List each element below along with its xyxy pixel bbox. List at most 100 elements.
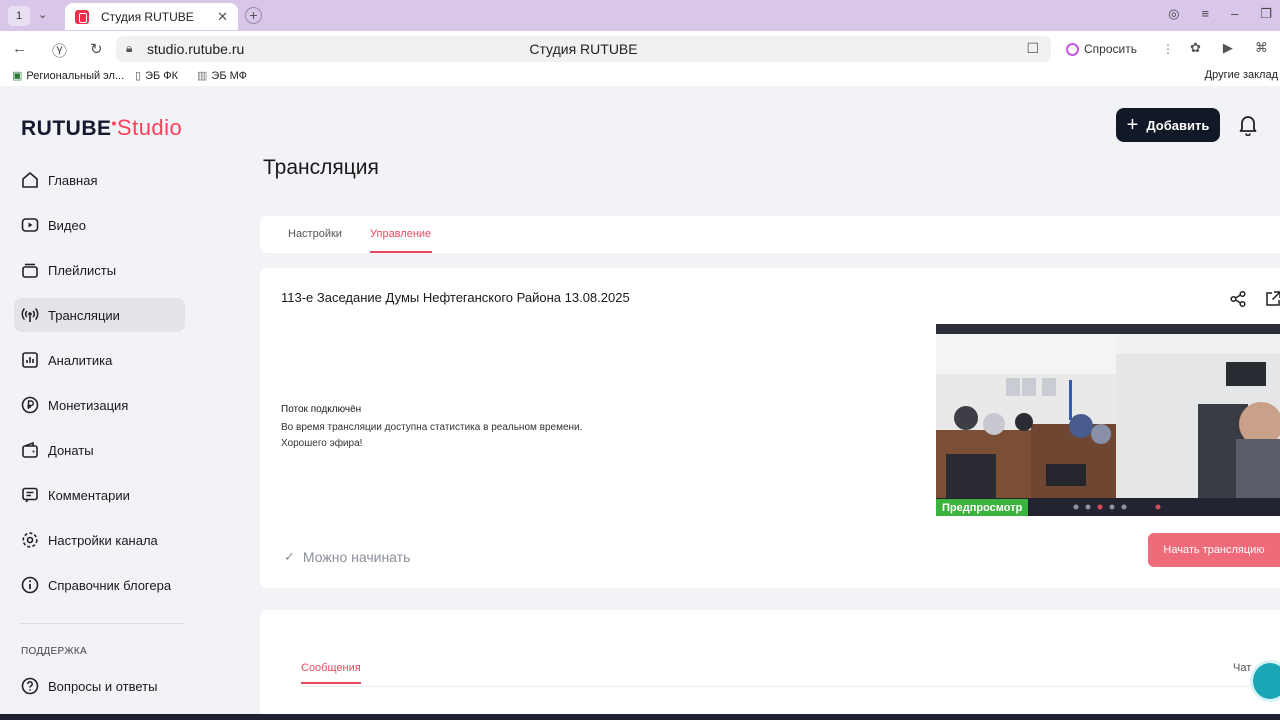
back-arrow-icon[interactable]: ←	[12, 40, 27, 57]
sidebar-item-label: Монетизация	[48, 397, 129, 413]
close-tab-icon[interactable]: ✕	[217, 9, 228, 25]
start-broadcast-button[interactable]: Начать трансляцию	[1148, 533, 1280, 567]
os-taskbar	[0, 714, 1280, 720]
extension-puzzle-icon[interactable]: ⌘	[1255, 40, 1268, 56]
add-button[interactable]: + Добавить	[1116, 108, 1220, 142]
sidebar-item-label: Трансляции	[48, 307, 120, 323]
media-play-icon[interactable]: ▶	[1223, 40, 1233, 56]
sidebar-divider	[20, 623, 184, 624]
preview-badge: Предпросмотр	[936, 499, 1029, 516]
browser-tab-title: Студия RUTUBE	[101, 9, 194, 24]
gear-icon	[20, 530, 40, 550]
sidebar-item-playlists[interactable]: Плейлисты	[14, 253, 185, 287]
support-section-label: ПОДДЕРЖКА	[21, 646, 87, 657]
wallet-icon	[20, 440, 40, 460]
bell-icon[interactable]	[1238, 114, 1258, 136]
bookmark-icon[interactable]: ☐	[1026, 40, 1039, 57]
reload-icon[interactable]: ↻	[90, 40, 103, 58]
sidebar-item-analytics[interactable]: Аналитика	[14, 343, 185, 377]
plus-icon: +	[1126, 114, 1139, 136]
sidebar-item-comments[interactable]: Комментарии	[14, 478, 185, 512]
external-link-icon[interactable]	[1264, 290, 1280, 308]
bookmark-favicon-icon: ▣	[12, 70, 23, 82]
studio-header: RUTUBE•Studio + Добавить	[0, 86, 1280, 158]
messages-tab-indicator	[301, 682, 361, 684]
sidebar: Главная Видео Плейлисты Трансляции Анали…	[0, 158, 200, 720]
ready-status-label: Можно начинать	[302, 549, 411, 565]
active-tab-indicator	[370, 251, 432, 253]
sidebar-item-label: Плейлисты	[48, 262, 117, 278]
sidebar-item-label: Главная	[48, 172, 98, 188]
stream-status-text: Хорошего эфира!	[281, 438, 363, 449]
share-icon[interactable]	[1229, 290, 1247, 308]
sidebar-item-donations[interactable]: Донаты	[14, 433, 185, 467]
bookmark-item[interactable]: ▣ Региональный эл...	[12, 69, 125, 83]
sidebar-item-broadcasts[interactable]: Трансляции	[14, 298, 185, 332]
tab-chat[interactable]: Чат	[1233, 662, 1251, 674]
sidebar-item-label: Видео	[48, 217, 86, 233]
rutube-favicon-icon	[75, 9, 89, 24]
sidebar-item-label: Настройки канала	[48, 532, 158, 548]
menu-icon[interactable]: ≡	[1202, 6, 1210, 22]
sidebar-item-home[interactable]: Главная	[14, 163, 185, 197]
bookmark-item[interactable]: ▥ ЭБ МФ	[197, 69, 247, 83]
tab-list-chevron-icon[interactable]: ⌄	[38, 8, 47, 21]
extension-icon[interactable]: ✿	[1190, 40, 1201, 56]
document-icon: ▯	[135, 70, 142, 82]
info-icon	[20, 575, 40, 595]
ready-status: ✓ Можно начинать	[284, 549, 410, 565]
sidebar-item-label: Донаты	[48, 442, 94, 458]
check-icon: ✓	[284, 549, 295, 564]
new-tab-icon[interactable]: +	[245, 7, 262, 24]
browser-tab-active[interactable]: Студия RUTUBE ✕	[65, 3, 238, 30]
bookmark-label: Региональный эл...	[26, 69, 125, 82]
logo-main-text: RUTUBE	[21, 117, 112, 140]
bookmark-label: ЭБ ФК	[145, 69, 179, 82]
rutube-studio-logo[interactable]: RUTUBE•Studio	[21, 115, 182, 141]
question-icon	[20, 676, 40, 696]
preview-window-bar	[936, 324, 1280, 334]
sidebar-item-faq[interactable]: Вопросы и ответы	[14, 669, 185, 703]
ruble-icon	[20, 395, 40, 415]
url-text: studio.rutube.ru	[147, 41, 245, 57]
sidebar-item-label: Комментарии	[48, 487, 130, 503]
sidebar-item-label: Аналитика	[48, 352, 113, 368]
tab-settings[interactable]: Настройки	[288, 228, 342, 240]
sidebar-item-monetization[interactable]: Монетизация	[14, 388, 185, 422]
tab-count-badge[interactable]: 1	[8, 6, 30, 26]
sidebar-item-label: Вопросы и ответы	[48, 678, 158, 694]
sidebar-item-blogger-guide[interactable]: Справочник блогера	[14, 568, 185, 602]
sidebar-item-video[interactable]: Видео	[14, 208, 185, 242]
page-title: Трансляция	[263, 156, 379, 179]
window-controls: ◎ ≡ – ❐	[1168, 6, 1272, 22]
stream-status-heading: Поток подключён	[281, 404, 362, 415]
analytics-icon	[20, 350, 40, 370]
bookmarks-bar: ▣ Региональный эл... ▯ ЭБ ФК ▥ ЭБ МФ Дру…	[0, 66, 1280, 86]
tab-messages[interactable]: Сообщения	[301, 662, 361, 674]
yandex-icon[interactable]: Ⓨ	[52, 40, 67, 61]
browser-tab-bar: 1 ⌄ Студия RUTUBE ✕ + ◎ ≡ – ❐	[0, 0, 1280, 31]
messages-divider	[301, 686, 1280, 687]
bookmark-label: ЭБ МФ	[211, 69, 247, 82]
broadcast-icon	[20, 305, 40, 325]
extension-icons: ✿ ▶ ⌘	[1152, 40, 1268, 56]
tab-management[interactable]: Управление	[370, 228, 431, 240]
bookmark-item[interactable]: ▯ ЭБ ФК	[135, 69, 179, 83]
sidebar-item-label: Справочник блогера	[48, 577, 172, 593]
bookmark-favicon-icon: ▥	[197, 70, 208, 82]
maximize-icon[interactable]: ❐	[1260, 6, 1272, 22]
home-icon	[20, 170, 40, 190]
comment-icon	[20, 485, 40, 505]
address-bar-row: ← Ⓨ ↻ 🔒︎ studio.rutube.ru Студия RUTUBE …	[0, 31, 1280, 66]
logo-studio-text: Studio	[116, 115, 183, 140]
stream-title: 113-е Заседание Думы Нефтеганского Район…	[281, 290, 630, 305]
playlist-icon	[20, 260, 40, 280]
other-bookmarks[interactable]: Другие заклад	[1205, 69, 1278, 81]
url-page-title: Студия RUTUBE	[529, 41, 638, 57]
sidebar-item-channel-settings[interactable]: Настройки канала	[14, 523, 185, 557]
add-button-label: Добавить	[1146, 117, 1210, 133]
profile-icon[interactable]: ◎	[1168, 6, 1179, 22]
url-field[interactable]: 🔒︎ studio.rutube.ru Студия RUTUBE ☐	[116, 36, 1051, 62]
minimize-icon[interactable]: –	[1231, 6, 1238, 22]
stream-preview[interactable]: Предпросмотр	[936, 324, 1280, 516]
